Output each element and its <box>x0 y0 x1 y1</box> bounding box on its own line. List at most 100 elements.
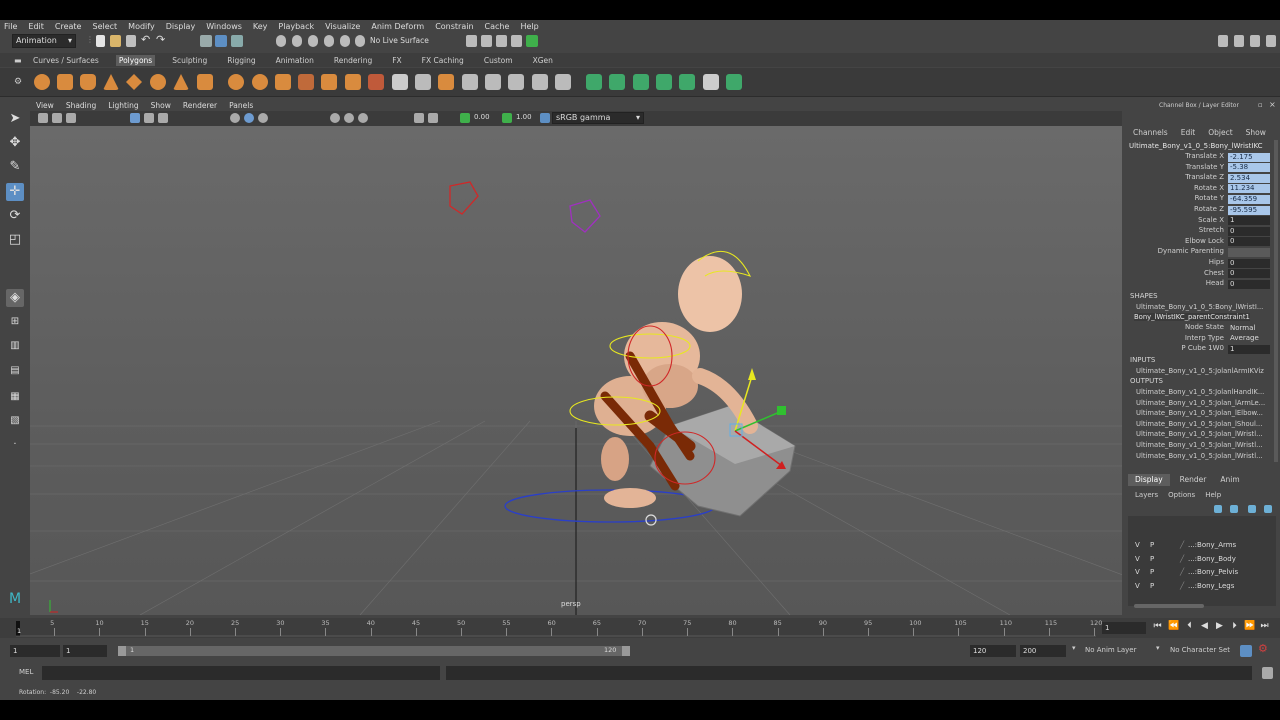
move-layer-up-icon[interactable] <box>1214 505 1222 513</box>
shelf-tab-rendering[interactable]: Rendering <box>331 55 375 66</box>
hypershade-icon[interactable] <box>526 35 538 47</box>
preferences-icon[interactable]: ⚙ <box>1258 642 1268 655</box>
menu-help[interactable]: Help <box>520 22 538 31</box>
menu-file[interactable]: File <box>4 22 17 31</box>
outliner-layout-icon[interactable]: ▤ <box>6 362 24 380</box>
scale-tool-icon[interactable]: ◰ <box>6 231 24 249</box>
wireframe-icon[interactable] <box>230 113 240 123</box>
layer-color-icon[interactable]: ╱ <box>1180 555 1184 563</box>
shelf-menu-icon[interactable]: ▬ <box>14 56 22 65</box>
multi-cut-icon[interactable] <box>368 74 384 90</box>
anim-layer-label[interactable]: No Anim Layer <box>1085 646 1136 654</box>
save-scene-icon[interactable] <box>126 35 136 47</box>
layer-playback-toggle[interactable]: P <box>1150 541 1154 549</box>
shelf-tab-animation[interactable]: Animation <box>273 55 317 66</box>
new-scene-icon[interactable] <box>96 35 105 47</box>
quick-rig-icon[interactable] <box>586 74 602 90</box>
layer-name[interactable]: ...:Bony_Arms <box>1188 541 1236 549</box>
menu-windows[interactable]: Windows <box>206 22 242 31</box>
play-backwards-icon[interactable]: ◀ <box>1199 621 1210 632</box>
more-layouts-icon[interactable]: · <box>6 436 24 454</box>
output-node[interactable]: Ultimate_Bony_v1_0_5:JolanlHandIK... <box>1136 388 1264 396</box>
channel-box-toggle-icon[interactable] <box>1266 35 1276 47</box>
layer-color-icon[interactable]: ╱ <box>1180 541 1184 549</box>
exposure-value[interactable]: 0.00 <box>474 113 490 121</box>
bevel-icon[interactable] <box>415 74 431 90</box>
mel-label[interactable]: MEL <box>19 668 33 676</box>
cb-menu-channels[interactable]: Channels <box>1133 128 1168 137</box>
channel-value[interactable] <box>1228 247 1270 257</box>
panel-menu-panels[interactable]: Panels <box>229 101 253 110</box>
redo-icon[interactable]: ↷ <box>156 33 165 46</box>
insert-edge-loop-icon[interactable] <box>392 74 408 90</box>
attr-value[interactable]: 1 <box>1228 344 1270 354</box>
channel-value[interactable]: 0 <box>1228 226 1270 236</box>
exposure-icon[interactable] <box>460 113 470 123</box>
output-node[interactable]: Ultimate_Bony_v1_0_5:Jolan_lArmLe... <box>1136 399 1265 407</box>
layer-playback-toggle[interactable]: P <box>1150 555 1154 563</box>
planar-mapping-icon[interactable] <box>485 74 501 90</box>
layer-menu-help[interactable]: Help <box>1205 491 1221 499</box>
gamma-icon[interactable] <box>502 113 512 123</box>
shelf-tab-sculpting[interactable]: Sculpting <box>169 55 210 66</box>
eye-target-control[interactable] <box>449 181 479 215</box>
output-node[interactable]: Ultimate_Bony_v1_0_5:Jolan_lShoul... <box>1136 420 1262 428</box>
chevron-down-icon[interactable]: ▾ <box>1072 644 1076 652</box>
poly-cube-icon[interactable] <box>57 74 73 90</box>
channel-value[interactable]: 2.534 <box>1228 173 1270 183</box>
menu-visualize[interactable]: Visualize <box>325 22 360 31</box>
new-layer-selected-icon[interactable] <box>1264 505 1272 513</box>
auto-mapping-icon[interactable] <box>508 74 524 90</box>
menu-constrain[interactable]: Constrain <box>435 22 473 31</box>
bridge-icon[interactable] <box>345 74 361 90</box>
layer-visibility-toggle[interactable]: V <box>1135 582 1140 590</box>
move-layer-down-icon[interactable] <box>1230 505 1238 513</box>
move-tool-icon[interactable]: ✛ <box>6 183 24 201</box>
textured-icon[interactable] <box>258 113 268 123</box>
merge-icon[interactable] <box>438 74 454 90</box>
snap-curve-icon[interactable] <box>292 35 302 47</box>
shelf-tab-polygons[interactable]: Polygons <box>115 54 156 66</box>
menu-display[interactable]: Display <box>166 22 196 31</box>
layer-row-body[interactable]: V P ╱ ...:Bony_Body <box>1130 555 1270 567</box>
render-frame-icon[interactable] <box>466 35 477 47</box>
snap-surface-icon[interactable] <box>340 35 350 47</box>
two-pane-icon[interactable]: ▥ <box>6 337 24 355</box>
uv-editor-icon[interactable] <box>462 74 478 90</box>
channel-translate-y[interactable]: Translate Y -5.38 <box>1124 163 1270 174</box>
layer-name[interactable]: ...:Bony_Legs <box>1188 582 1234 590</box>
input-node[interactable]: Ultimate_Bony_v1_0_5:JolanlArmIKViz <box>1136 367 1264 375</box>
render-settings-icon[interactable] <box>511 35 522 47</box>
channel-translate-x[interactable]: Translate X -2.175 <box>1124 152 1270 163</box>
channel-head[interactable]: Head 0 <box>1124 279 1270 290</box>
poly-pyramid-icon[interactable] <box>173 74 189 90</box>
layer-color-icon[interactable]: ╱ <box>1180 568 1184 576</box>
animation-end-field[interactable]: 200 <box>1020 645 1066 657</box>
poly-sphere-icon[interactable] <box>34 74 50 90</box>
single-pane-icon[interactable]: ◈ <box>6 289 24 307</box>
layer-name[interactable]: ...:Bony_Body <box>1188 555 1236 563</box>
viewport-persp[interactable]: persp <box>30 126 1122 615</box>
go-to-start-icon[interactable]: ⏮ <box>1152 621 1163 632</box>
attribute-editor-toggle-icon[interactable] <box>1234 35 1244 47</box>
ambient-occlusion-icon[interactable] <box>358 113 368 123</box>
rotate-tool-icon[interactable]: ⟳ <box>6 207 24 225</box>
channel-stretch[interactable]: Stretch 0 <box>1124 226 1270 237</box>
layer-visibility-toggle[interactable]: V <box>1135 568 1140 576</box>
play-forwards-icon[interactable]: ▶ <box>1214 621 1225 632</box>
snap-point-icon[interactable] <box>308 35 318 47</box>
cb-menu-show[interactable]: Show <box>1246 128 1266 137</box>
image-plane-icon[interactable] <box>66 113 76 123</box>
step-back-key-icon[interactable]: ⏪ <box>1168 621 1179 632</box>
ipr-render-icon[interactable] <box>496 35 507 47</box>
channel-rotate-z[interactable]: Rotate Z -95.595 <box>1124 205 1270 216</box>
channel-scale-x[interactable]: Scale X 1 <box>1124 216 1270 227</box>
channel-value[interactable]: -95.595 <box>1228 205 1270 215</box>
output-node[interactable]: Ultimate_Bony_v1_0_5:Jolan_lWristl... <box>1136 430 1263 438</box>
current-frame-field[interactable]: 1 <box>1102 622 1146 634</box>
step-forward-frame-icon[interactable]: ⏵ <box>1229 621 1240 632</box>
layer-name[interactable]: ...:Bony_Pelvis <box>1188 568 1238 576</box>
color-space-dropdown[interactable]: sRGB gamma ▾ <box>552 112 644 124</box>
isolate-select-icon[interactable] <box>414 113 424 123</box>
eye-target-control-2[interactable] <box>569 199 601 233</box>
